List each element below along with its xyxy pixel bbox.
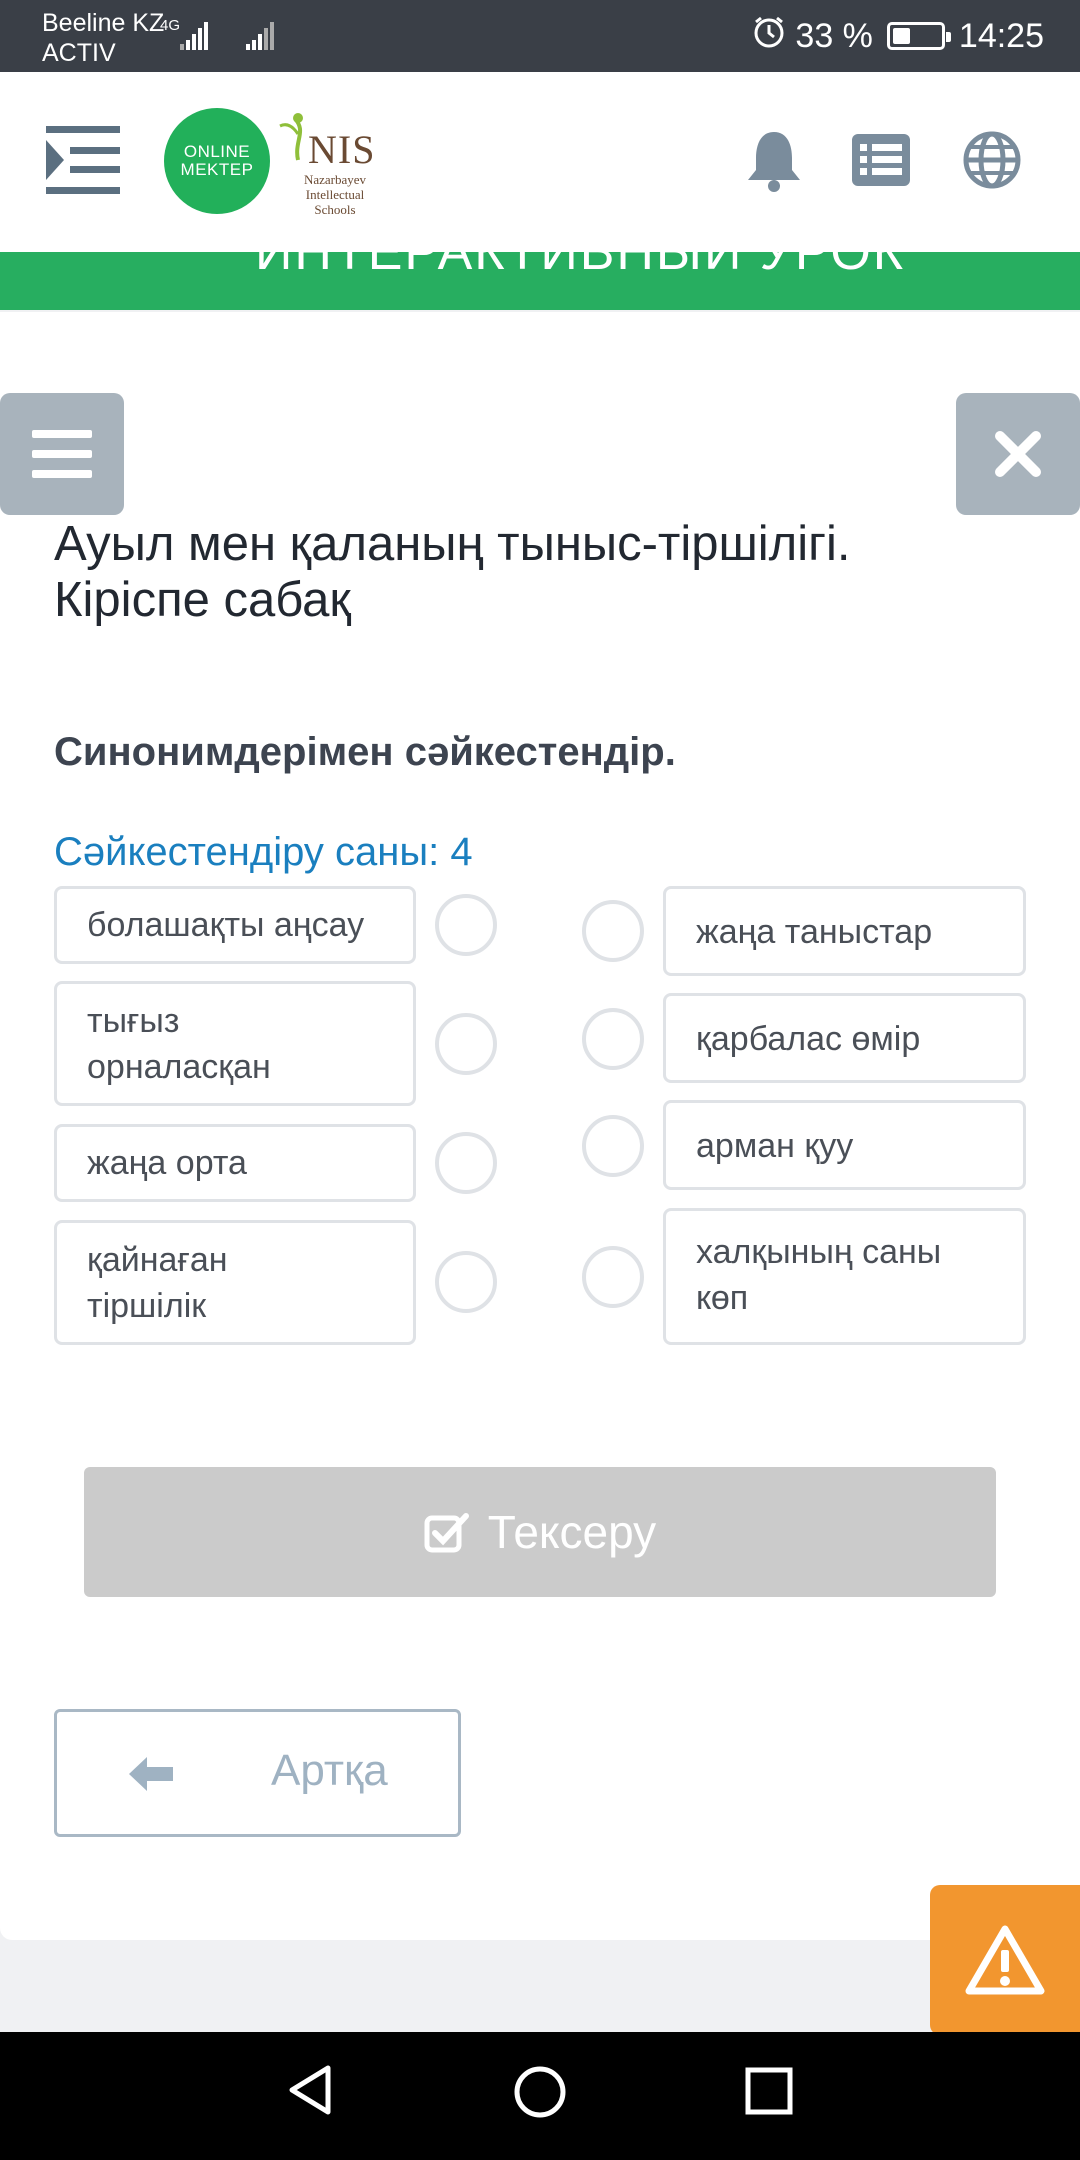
right-match-radio[interactable] (582, 1008, 644, 1070)
bell-icon[interactable] (746, 128, 802, 197)
app-header: ONLINE MEKTEP NIS Nazarbayev Intellectua… (0, 72, 1080, 252)
left-item-label: тығыз орналасқан (87, 1002, 271, 1086)
check-button-label: Тексеру (487, 1506, 657, 1558)
left-item[interactable]: қайнаған тіршілік (54, 1220, 416, 1345)
right-item[interactable]: қарбалас өмір (663, 993, 1026, 1083)
lesson-banner: ИНТЕРАКТИВНЫЙ УРОК (0, 252, 1080, 310)
close-button[interactable] (956, 393, 1080, 515)
arrow-left-icon (129, 1757, 173, 1791)
left-match-radio[interactable] (435, 1251, 497, 1313)
globe-icon[interactable] (962, 130, 1022, 195)
lesson-card: Ауыл мен қаланың тыныс-тіршілігі. Кірісп… (0, 312, 1080, 1940)
left-item[interactable]: болашақты аңсау (54, 886, 416, 964)
battery-icon (886, 22, 951, 50)
nis-title: NIS (308, 127, 376, 172)
status-right: 33 % 14:25 (751, 14, 1044, 58)
right-match-radio[interactable] (582, 1115, 644, 1177)
banner-text: ИНТЕРАКТИВНЫЙ УРОК (255, 252, 906, 281)
left-match-radio[interactable] (435, 894, 497, 956)
carrier-info: Beeline KZ ACTIV (42, 8, 164, 68)
right-item[interactable]: халқының саны көп (663, 1208, 1026, 1345)
left-item-label: қайнаған тіршілік (87, 1241, 228, 1325)
lesson-title: Ауыл мен қаланың тыныс-тіршілігі. Кірісп… (54, 517, 851, 627)
list-icon[interactable] (852, 134, 910, 191)
report-problem-button[interactable] (930, 1885, 1080, 2035)
logo-text-online: ONLINE (183, 142, 251, 161)
back-button-label: Артқа (271, 1746, 388, 1795)
recents-nav-icon[interactable] (744, 2066, 794, 2121)
svg-text:4G: 4G (160, 17, 180, 34)
warning-icon (965, 1925, 1045, 1995)
nis-subtitle: Nazarbayev Intellectual Schools (303, 172, 367, 217)
menu-icon[interactable] (46, 124, 122, 196)
nis-logo: NIS Nazarbayev Intellectual Schools (276, 112, 386, 217)
right-item[interactable]: арман қуу (663, 1100, 1026, 1190)
signal-icon: 4G (158, 16, 288, 61)
left-item-label: жаңа орта (87, 1144, 247, 1182)
right-item-label: қарбалас өмір (696, 1020, 921, 1058)
right-match-radio[interactable] (582, 1246, 644, 1308)
carrier-subname: ACTIV (42, 39, 116, 67)
battery-percent: 33 % (795, 16, 873, 55)
online-mektep-logo[interactable]: ONLINE MEKTEP (164, 108, 270, 214)
left-match-radio[interactable] (435, 1132, 497, 1194)
status-bar: Beeline KZ ACTIV 4G 33 % 14:25 (0, 0, 1080, 72)
match-count: Сәйкестендіру саны: 4 (54, 830, 473, 874)
clock: 14:25 (958, 16, 1044, 55)
back-nav-icon[interactable] (286, 2062, 334, 2123)
left-item[interactable]: тығыз орналасқан (54, 981, 416, 1106)
right-match-radio[interactable] (582, 900, 644, 962)
home-nav-icon[interactable] (512, 2064, 568, 2125)
checkbox-check-icon (424, 1513, 469, 1553)
left-match-radio[interactable] (435, 1013, 497, 1075)
left-item-label: болашақты аңсау (87, 906, 365, 944)
left-item[interactable]: жаңа орта (54, 1124, 416, 1202)
right-item[interactable]: жаңа таныстар (663, 886, 1026, 976)
lesson-menu-button[interactable] (0, 393, 124, 515)
right-item-label: жаңа таныстар (696, 913, 933, 951)
task-instruction: Синонимдерімен сәйкестендір. (54, 730, 676, 774)
back-button[interactable]: Артқа (54, 1709, 461, 1837)
logo-text-mektep: MEKTEP (180, 160, 254, 179)
carrier-name: Beeline KZ (42, 9, 165, 37)
alarm-icon (751, 14, 787, 59)
hamburger-icon (32, 430, 92, 478)
right-item-label: халқының саны көп (696, 1233, 942, 1317)
system-nav-bar (0, 2032, 1080, 2160)
check-button[interactable]: Тексеру (84, 1467, 996, 1597)
close-icon (995, 431, 1041, 477)
right-item-label: арман қуу (696, 1127, 854, 1165)
